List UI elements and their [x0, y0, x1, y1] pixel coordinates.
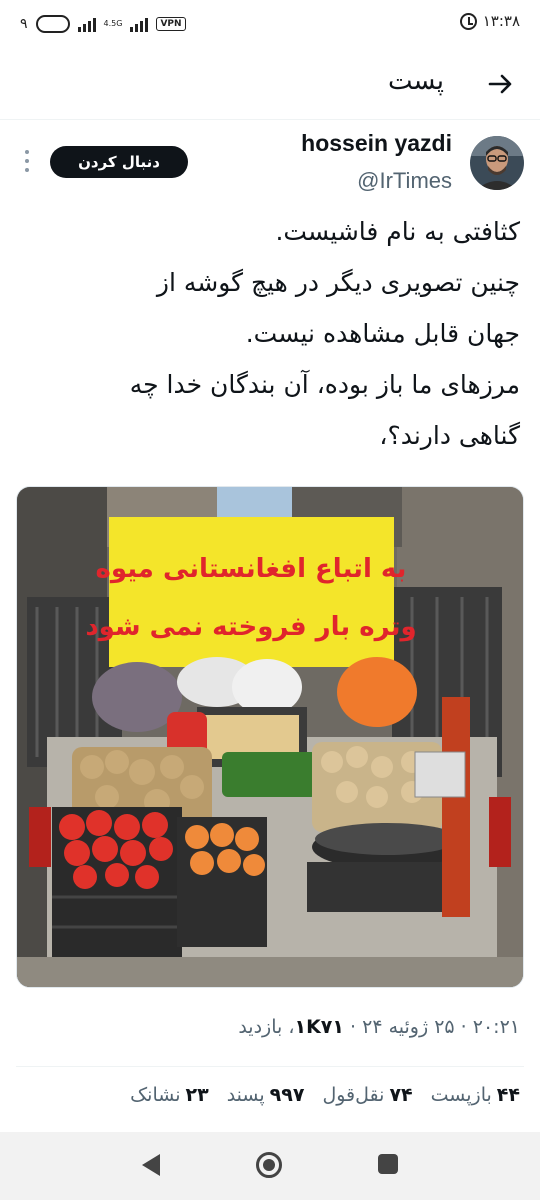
tweet-date: ۲۵ ژوئیه ۲۴	[362, 1016, 455, 1038]
tweet-meta: ۲۰:۲۱ · ۲۵ ژوئیه ۲۴ · ۱K۷۱، بازدید	[238, 1016, 520, 1038]
reposts-stat[interactable]: ۴۴بازپست	[431, 1084, 520, 1106]
quotes-count: ۷۴	[389, 1084, 413, 1106]
likes-count: ۹۹۷	[269, 1084, 305, 1106]
photo-illustration: به اتباع افغانستانی میوه وتره بار فروخته…	[17, 487, 523, 987]
engagement-stats: ۴۴بازپست ۷۴نقل‌قول ۹۹۷پسند ۲۳نشانک	[130, 1084, 520, 1106]
quotes-label: نقل‌قول	[322, 1084, 385, 1106]
tweet-line: مرزهای ما باز بوده، آن بندگان خدا چه	[129, 370, 520, 399]
nav-home-icon[interactable]	[256, 1152, 282, 1178]
signal-icon	[77, 16, 96, 32]
alarm-icon	[459, 12, 477, 30]
banner	[109, 517, 394, 667]
bookmarks-count: ۲۳	[185, 1084, 209, 1106]
avatar[interactable]	[470, 136, 524, 190]
views-count: ۱K۷۱	[294, 1016, 344, 1038]
banner-text-2: وتره بار فروخته نمی شود	[85, 612, 416, 642]
author-handle[interactable]: @IrTimes	[357, 168, 452, 194]
quotes-stat[interactable]: ۷۴نقل‌قول	[322, 1084, 412, 1106]
tweet-time: ۲۰:۲۱	[472, 1016, 520, 1038]
likes-label: پسند	[226, 1084, 265, 1106]
divider	[16, 1066, 524, 1067]
battery-icon	[35, 15, 70, 33]
network-type: 4.5G	[103, 19, 123, 28]
tweet-photo[interactable]: به اتباع افغانستانی میوه وتره بار فروخته…	[16, 486, 524, 988]
status-bar: ۹ 4.5G VPN ۱۳:۳۸	[0, 0, 540, 48]
views-label: بازدید	[238, 1016, 283, 1038]
status-right: ۱۳:۳۸	[459, 12, 520, 30]
tweet-line: چنین تصویری دیگر در هیچ گوشه از	[156, 268, 520, 297]
clock: ۱۳:۳۸	[482, 12, 520, 30]
reposts-label: بازپست	[430, 1084, 492, 1106]
tweet-line: کثافتی به نام فاشیست.	[275, 217, 520, 246]
banner-text-1: به اتباع افغانستانی میوه	[96, 554, 407, 584]
system-nav-bar	[0, 1132, 540, 1200]
bookmarks-stat[interactable]: ۲۳نشانک	[130, 1084, 209, 1106]
signal-icon-2	[130, 16, 149, 32]
nav-recents-icon[interactable]	[378, 1154, 398, 1174]
tweet-line: جهان قابل مشاهده نیست.	[245, 319, 520, 348]
tweet-line: گناهی دارند؟،	[379, 421, 520, 450]
vpn-badge: VPN	[156, 17, 186, 31]
back-arrow-icon[interactable]	[482, 66, 518, 102]
bookmarks-label: نشانک	[130, 1084, 181, 1106]
reposts-count: ۴۴	[496, 1084, 520, 1106]
battery-level: ۹	[20, 16, 28, 32]
follow-button[interactable]: دنبال کردن	[50, 146, 188, 178]
likes-stat[interactable]: ۹۹۷پسند	[227, 1084, 305, 1106]
nav-back-icon[interactable]	[142, 1154, 160, 1176]
page-title: پست	[388, 66, 444, 96]
more-options-icon[interactable]	[24, 150, 30, 172]
status-left: ۹ 4.5G VPN	[20, 12, 186, 36]
avatar-image	[470, 136, 524, 190]
top-app-bar: پست	[0, 48, 540, 120]
author-name[interactable]: hossein yazdi	[301, 130, 452, 157]
tweet-text: کثافتی به نام فاشیست. چنین تصویری دیگر د…	[20, 206, 520, 461]
